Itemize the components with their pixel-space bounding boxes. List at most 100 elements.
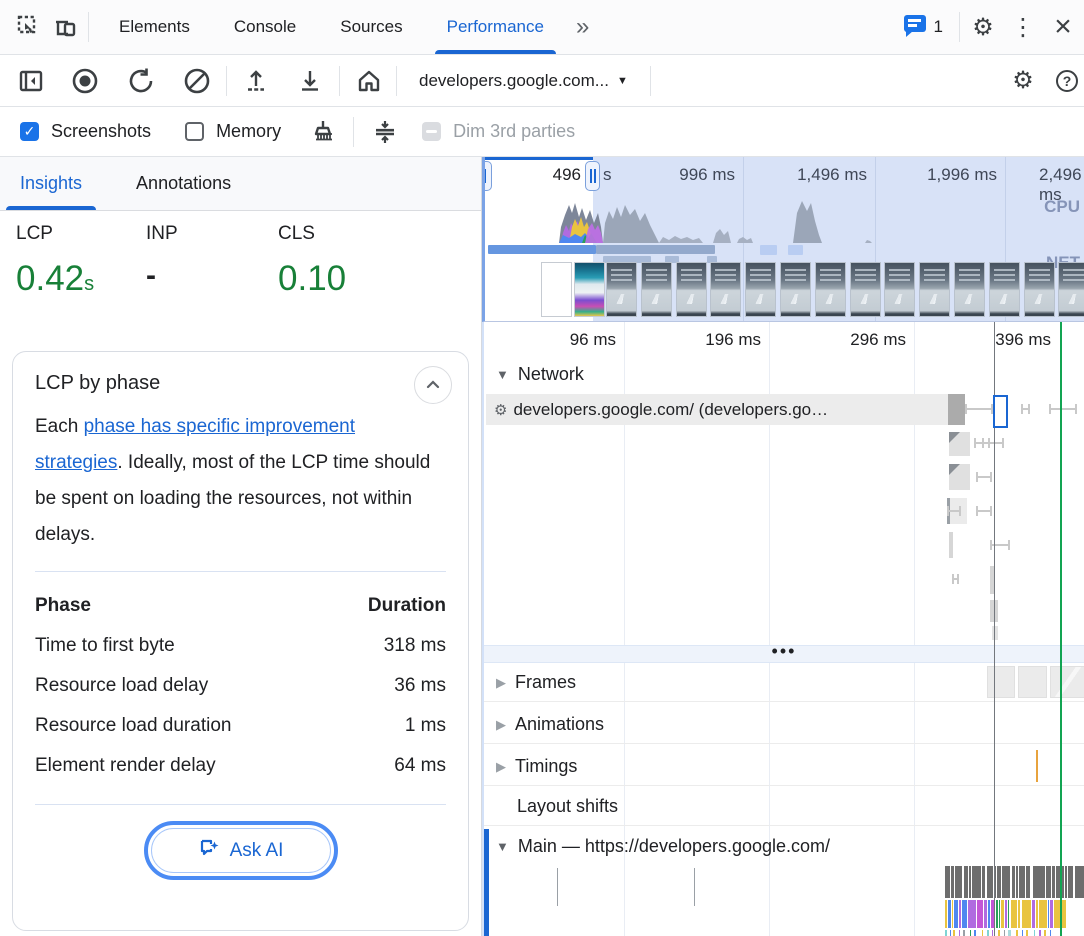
filmstrip-screenshot[interactable] [919,262,950,317]
dim-3rd-parties-checkbox[interactable] [422,122,441,141]
filmstrip-screenshot[interactable] [1024,262,1055,317]
flame-bar[interactable] [955,866,962,898]
screenshots-checkbox[interactable]: ✓ [20,122,39,141]
network-request-bar[interactable] [949,532,953,558]
selection-right-handle[interactable] [585,161,600,191]
network-request-bar[interactable] [949,464,970,490]
capture-settings-gear-icon[interactable]: ⚙ [1008,66,1038,96]
flame-chart-row-tasks[interactable] [945,866,1084,898]
filmstrip-screenshot[interactable] [884,262,915,317]
flame-bar[interactable] [992,930,993,936]
tab-performance[interactable]: Performance [425,0,566,54]
flame-bar[interactable] [982,930,983,936]
layout-shifts-section-header[interactable]: Layout shifts [517,796,618,817]
filmstrip-screenshot[interactable] [606,262,637,317]
flame-bar[interactable] [959,900,961,928]
flame-bar[interactable] [1044,930,1046,936]
home-icon[interactable] [354,66,384,96]
flame-bar[interactable] [1036,900,1038,928]
filmstrip-screenshot[interactable] [954,262,985,317]
timings-section-header[interactable]: ▶ Timings [496,756,577,777]
flame-bar[interactable] [984,900,987,928]
flame-bar[interactable] [1048,900,1049,928]
inspect-element-icon[interactable] [14,12,44,42]
flame-chart-row-detail[interactable] [945,930,1084,936]
flame-bar[interactable] [964,866,968,898]
toggle-sidebar-icon[interactable] [16,66,46,96]
main-thread-section-header[interactable]: ▼ Main — https://developers.google.com/ [496,836,830,857]
frames-section-header[interactable]: ▶ Frames [496,672,576,693]
flame-bar[interactable] [970,930,971,936]
timeline-overview[interactable]: 996 ms 1,496 ms 1,996 ms 2,496 ms CPU NE… [482,157,1084,322]
flame-bar[interactable] [1033,866,1045,898]
filmstrip-screenshot[interactable] [641,262,672,317]
flame-bar[interactable] [1019,866,1025,898]
flame-bar[interactable] [954,900,958,928]
filmstrip-screenshot[interactable] [850,262,881,317]
selected-request-box[interactable] [993,395,1008,428]
flame-bar[interactable] [1008,930,1011,936]
filmstrip-screenshot[interactable] [989,262,1020,317]
flame-bar[interactable] [977,900,983,928]
filmstrip-screenshot[interactable] [710,262,741,317]
filmstrip-screenshot[interactable] [541,262,572,317]
flame-bar[interactable] [1005,900,1007,928]
flame-bar[interactable] [1002,866,1010,898]
flame-bar[interactable] [1012,866,1015,898]
close-devtools-icon[interactable]: × [1048,12,1078,42]
flame-bar[interactable] [1016,930,1018,936]
flame-bar[interactable] [996,900,998,928]
flame-bar[interactable] [974,930,976,936]
garbage-collect-broom-icon[interactable] [307,117,337,147]
network-request-bar[interactable] [992,626,998,640]
flame-bar[interactable] [951,866,954,898]
flame-bar[interactable] [1052,866,1055,898]
tab-sources[interactable]: Sources [318,0,424,54]
flame-bar[interactable] [982,866,985,898]
flame-bar[interactable] [1046,866,1051,898]
flame-bar[interactable] [945,900,947,928]
flame-bar[interactable] [1004,930,1005,936]
filmstrip-screenshot[interactable] [745,262,776,317]
flame-bar[interactable] [1075,866,1084,898]
clear-recording-icon[interactable] [182,66,212,96]
frame-thumbnail[interactable] [1018,666,1047,698]
record-icon[interactable] [70,66,100,96]
flame-bar[interactable] [1039,930,1041,936]
flame-bar[interactable] [945,930,947,936]
flame-bar[interactable] [987,930,989,936]
flame-bar[interactable] [1039,900,1047,928]
filmstrip-screenshot[interactable] [780,262,811,317]
flame-bar[interactable] [972,866,981,898]
filmstrip-screenshot[interactable] [676,262,707,317]
animations-section-header[interactable]: ▶ Animations [496,714,604,735]
flame-bar[interactable] [1018,900,1020,928]
flame-bar[interactable] [962,900,967,928]
collapse-tracks-icon[interactable] [370,117,400,147]
more-tabs-icon[interactable]: » [566,13,599,41]
flame-bar[interactable] [1011,900,1017,928]
flame-bar[interactable] [1008,900,1009,928]
filmstrip-screenshot[interactable] [815,262,846,317]
flame-chart-row-functions[interactable] [945,900,1084,928]
upload-profile-icon[interactable] [241,66,271,96]
flame-bar[interactable] [1022,930,1023,936]
flame-bar[interactable] [945,866,950,898]
flame-bar[interactable] [1001,900,1004,928]
flame-bar[interactable] [950,930,951,936]
network-request-main-document[interactable]: ⚙ developers.google.com/ (developers.go… [486,394,948,425]
help-icon[interactable]: ? [1052,66,1082,96]
flame-bar[interactable] [1016,866,1018,898]
flame-bar[interactable] [952,900,953,928]
network-request-bar[interactable] [949,432,970,456]
flame-bar[interactable] [969,866,971,898]
frame-thumbnail[interactable] [987,666,1015,698]
filmstrip-screenshot[interactable] [574,262,605,317]
flame-bar[interactable] [1034,930,1035,936]
device-toolbar-icon[interactable] [50,12,80,42]
flame-bar[interactable] [999,900,1000,928]
ask-ai-button[interactable]: Ask AI [144,821,338,880]
tab-annotations[interactable]: Annotations [118,157,249,210]
flame-bar[interactable] [959,930,960,936]
selection-left-handle[interactable] [482,161,492,191]
